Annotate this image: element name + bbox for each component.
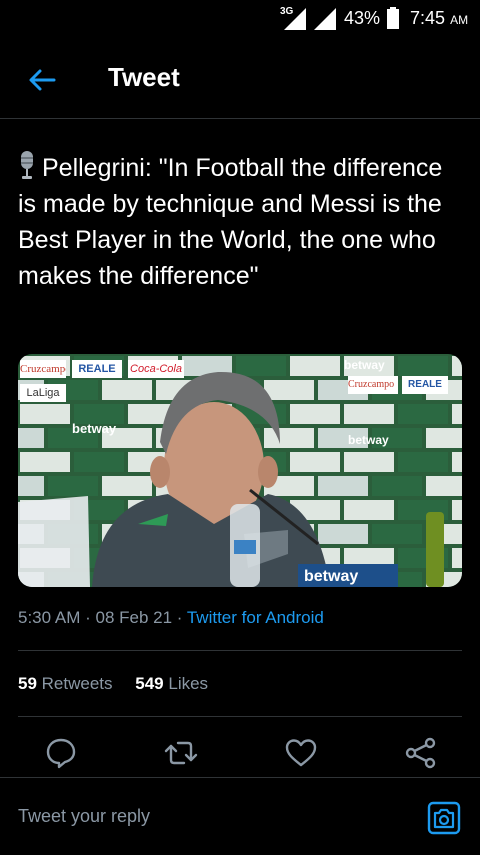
reply-bar: Tweet your reply [0, 777, 480, 855]
board-label-reale-right: REALE [402, 376, 448, 394]
wifi-signal-icon [314, 8, 336, 30]
tweet-actions [0, 736, 480, 776]
divider [18, 716, 462, 717]
retweet-icon[interactable] [164, 736, 198, 770]
board-label-betway-right: betway [348, 433, 389, 447]
board-label-cocacola: Coca-Cola [128, 360, 184, 378]
tweet-source-link[interactable]: Twitter for Android [187, 608, 324, 627]
tweet-text: Pellegrini: "In Football the difference … [18, 150, 463, 294]
divider [18, 650, 462, 651]
reply-icon[interactable] [44, 736, 78, 770]
top-bar: Tweet [0, 40, 480, 119]
tweet-photo[interactable]: Cruzcampo REALE Coca-Cola LaLiga betway … [18, 354, 462, 587]
board-label-cruzcampo-right: Cruzcampo [348, 376, 398, 394]
signal-icon [284, 8, 306, 30]
retweets-count[interactable]: 59 Retweets [18, 674, 113, 693]
battery-icon [387, 7, 399, 29]
page-title: Tweet [108, 62, 180, 92]
share-icon[interactable] [404, 736, 438, 770]
tweet-time: 5:30 AM [18, 608, 81, 627]
tweet-date: 08 Feb 21 [95, 608, 173, 627]
board-label-reale: REALE [72, 360, 122, 378]
back-arrow-icon[interactable] [26, 64, 58, 96]
status-time: 7:45 AM [410, 8, 469, 28]
reply-input[interactable]: Tweet your reply [18, 806, 150, 827]
tweet-meta: 5:30 AM · 08 Feb 21 · Twitter for Androi… [18, 608, 324, 627]
tweet-body: Pellegrini: "In Football the difference … [18, 154, 443, 290]
tweet-stats: 59 Retweets 549 Likes [18, 674, 226, 694]
board-label-betway-top: betway [344, 358, 385, 372]
board-label-betway-left: betway [72, 421, 117, 436]
battery-percent: 43% [344, 8, 381, 28]
camera-icon[interactable] [426, 800, 462, 836]
board-label-laliga: LaLiga [20, 384, 66, 402]
board-label-cruzcampo: Cruzcampo [20, 360, 66, 378]
board-label-betway-table: betway [304, 568, 359, 585]
status-bar: 3G 43% 7:45 AM [0, 0, 480, 38]
likes-count[interactable]: 549 Likes [135, 674, 208, 693]
microphone-icon [21, 151, 33, 179]
like-heart-icon[interactable] [284, 736, 318, 770]
